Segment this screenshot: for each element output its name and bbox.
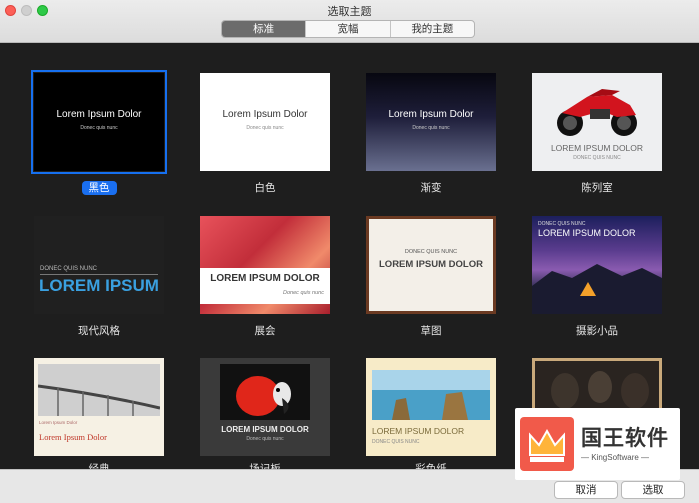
theme-name-selected: 黑色 (81, 181, 117, 195)
theme-label: 渐变 (420, 182, 442, 194)
theme-exhibit[interactable]: LOREM IPSUM DOLOR Donec quis nunc 展会 (200, 216, 330, 337)
watermark-overlay: 国王软件 — KingSoftware — (515, 408, 680, 480)
tent-landscape-image (532, 264, 662, 314)
theme-sketch[interactable]: DONEC QUIS NUNC LOREM IPSUM DOLOR 草图 (366, 216, 496, 337)
thumbnail-subtitle: DONEC QUIS NUNC (40, 266, 98, 272)
theme-white[interactable]: Lorem Ipsum Dolor Donec quis nunc 白色 (200, 73, 330, 194)
theme-thumbnail[interactable]: DONEC QUIS NUNC LOREM IPSUM (34, 216, 164, 314)
bridge-image (38, 364, 160, 416)
theme-thumbnail[interactable]: LOREM IPSUM DOLOR DONEC QUIS NUNC (366, 358, 496, 456)
theme-label: 展会 (254, 325, 276, 337)
choose-button[interactable]: 选取 (621, 481, 685, 499)
watermark-title: 国王软件 (581, 426, 669, 450)
thumbnail-title: LOREM IPSUM DOLOR (379, 259, 483, 270)
window-title: 选取主题 (327, 5, 372, 18)
seascape-image (372, 370, 490, 420)
parrot-image (220, 364, 310, 420)
thumbnail-subtitle: Donec quis nunc (283, 290, 324, 296)
theme-gallery[interactable]: LOREM IPSUM DOLOR DONEC QUIS NUNC 陈列室 (532, 73, 662, 194)
theme-classic[interactable]: Lorem Ipsum Dolor Lorem Ipsum Dolor 经典 (34, 358, 164, 475)
theme-thumbnail[interactable]: DONEC QUIS NUNC LOREM IPSUM DOLOR (366, 216, 496, 314)
theme-color-paper[interactable]: LOREM IPSUM DOLOR DONEC QUIS NUNC 彩色纸 (366, 358, 496, 475)
theme-thumbnail[interactable]: Lorem Ipsum Dolor Donec quis nunc (200, 73, 330, 171)
theme-grid: Lorem Ipsum Dolor Donec quis nunc 黑色 Lor… (0, 44, 699, 475)
thumbnail-title: Lorem Ipsum Dolor (388, 109, 474, 120)
crown-logo-icon (520, 417, 574, 471)
theme-label: 白色 (254, 182, 276, 194)
motorcycle-image (557, 89, 637, 136)
thumbnail-subtitle: Donec quis nunc (80, 125, 118, 131)
watermark-subtitle-text: KingSoftware (591, 453, 639, 462)
thumbnail-title: Lorem Ipsum Dolor (56, 109, 142, 120)
thumbnail-title: LOREM IPSUM (39, 276, 159, 295)
thumbnail-subtitle: Donec quis nunc (412, 125, 450, 131)
tab-wide[interactable]: 宽幅 (306, 21, 391, 37)
theme-gradient[interactable]: Lorem Ipsum Dolor Donec quis nunc 渐变 (366, 73, 496, 194)
theme-category-tabs: 标准 宽幅 我的主题 (221, 20, 475, 38)
theme-thumbnail[interactable]: Lorem Ipsum Dolor Donec quis nunc (31, 70, 167, 174)
thumbnail-title: LOREM IPSUM DOLOR (210, 273, 320, 284)
theme-slate[interactable]: LOREM IPSUM DOLOR Donec quis nunc 场记板 (200, 358, 330, 475)
thumbnail-subtitle: Donec quis nunc (246, 125, 284, 131)
theme-chooser-window: 选取主题 标准 宽幅 我的主题 Lorem Ipsum Dolor Donec … (0, 0, 699, 503)
thumbnail-title: LOREM IPSUM DOLOR (372, 426, 465, 436)
tab-standard[interactable]: 标准 (222, 21, 307, 37)
tab-my-themes[interactable]: 我的主题 (391, 21, 474, 37)
theme-thumbnail[interactable]: DONEC QUIS NUNC LOREM IPSUM DOLOR (532, 216, 662, 314)
theme-photo-essay[interactable]: DONEC QUIS NUNC LOREM IPSUM DOLOR 摄影小品 (532, 216, 662, 337)
theme-thumbnail[interactable]: Lorem Ipsum Dolor Donec quis nunc (366, 73, 496, 171)
theme-label: 现代风格 (78, 325, 120, 337)
crown-icon (529, 428, 565, 462)
thumbnail-subtitle: DONEC QUIS NUNC (404, 249, 458, 255)
theme-modern[interactable]: DONEC QUIS NUNC LOREM IPSUM 现代风格 (34, 216, 164, 337)
thumbnail-subtitle: Donec quis nunc (246, 436, 284, 442)
thumbnail-subtitle: DONEC QUIS NUNC (372, 439, 420, 445)
watermark-subtitle: — KingSoftware — (581, 453, 650, 462)
cancel-button[interactable]: 取消 (554, 481, 618, 499)
theme-label: 草图 (420, 325, 442, 337)
divider (40, 274, 158, 275)
theme-label: 黑色 (34, 180, 164, 195)
thumbnail-title: Lorem Ipsum Dolor (39, 432, 107, 442)
thumbnail-title: LOREM IPSUM DOLOR (550, 143, 644, 153)
theme-black[interactable]: Lorem Ipsum Dolor Donec quis nunc 黑色 (31, 70, 167, 195)
theme-thumbnail[interactable]: LOREM IPSUM DOLOR Donec quis nunc (200, 216, 330, 314)
thumbnail-title: Lorem Ipsum Dolor (222, 109, 308, 120)
title-bar: 选取主题 标准 宽幅 我的主题 (0, 0, 699, 43)
thumbnail-subtitle: DONEC QUIS NUNC (573, 155, 621, 161)
thumbnail-subtitle: Lorem Ipsum Dolor (39, 420, 78, 425)
theme-thumbnail[interactable]: LOREM IPSUM DOLOR DONEC QUIS NUNC (532, 73, 662, 171)
thumbnail-title: LOREM IPSUM DOLOR (221, 425, 309, 434)
theme-thumbnail[interactable]: Lorem Ipsum Dolor Lorem Ipsum Dolor (34, 358, 164, 456)
theme-label: 摄影小品 (576, 325, 618, 337)
theme-label: 陈列室 (581, 182, 613, 194)
theme-thumbnail[interactable]: LOREM IPSUM DOLOR Donec quis nunc (200, 358, 330, 456)
